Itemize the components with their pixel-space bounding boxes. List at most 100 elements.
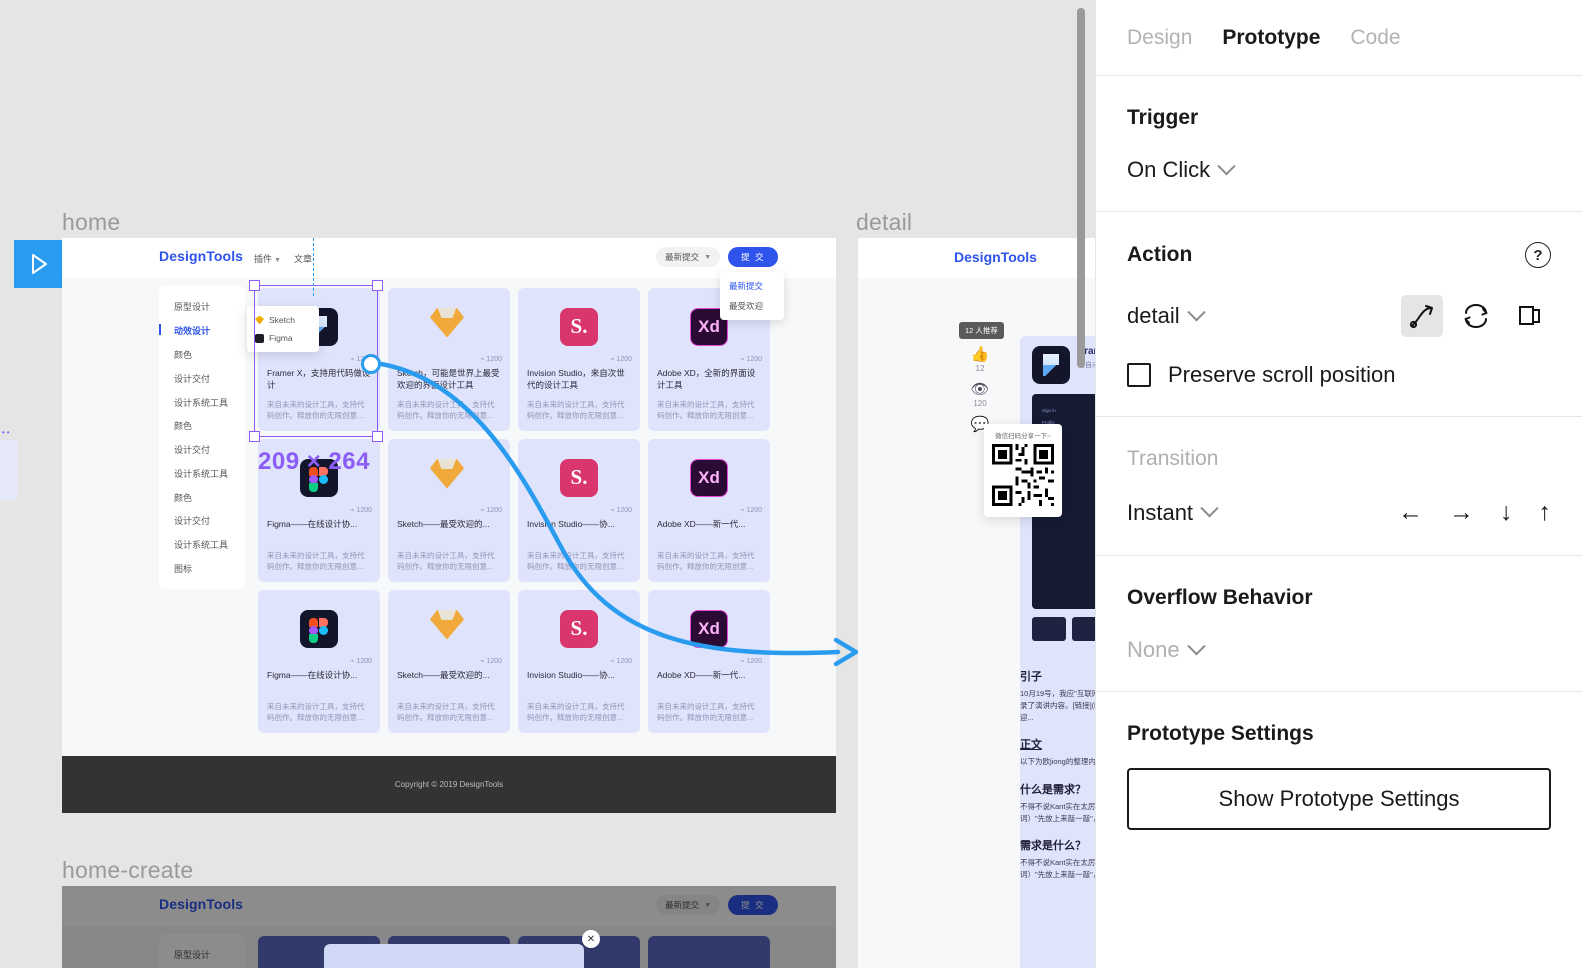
action-target-dropdown[interactable]: detail <box>1127 302 1206 329</box>
overflow-dropdown[interactable]: None <box>1127 636 1206 663</box>
show-prototype-settings-button[interactable]: Show Prototype Settings <box>1127 768 1551 830</box>
panel-tabs: Design Prototype Code <box>1096 0 1582 76</box>
selection-bounding-box[interactable] <box>249 280 383 442</box>
transition-dropdown[interactable]: Instant <box>1127 499 1219 526</box>
resize-handle-top-left[interactable] <box>249 280 260 291</box>
card-count: ⌁ 1200 <box>350 658 372 665</box>
action-mode-group <box>1401 295 1551 337</box>
home-submit-button[interactable]: 提 交 <box>728 247 778 267</box>
home-nav-plugin[interactable]: 插件 ▼ <box>254 252 281 265</box>
card-desc: 来自未来的设计工具，支持代码创作。释放你的无限创意... <box>267 551 365 572</box>
product-card[interactable]: ⌁ 1200 Sketch——最受欢迎的... 来自未来的设计工具，支持代码创作… <box>388 439 510 582</box>
home-sort-select[interactable]: 最新提交 ▼ <box>656 247 721 267</box>
framer-icon <box>1032 346 1070 384</box>
arrow-down-icon[interactable]: ↓ <box>1500 498 1513 527</box>
frame-home-create[interactable]: DesignTools 最新提交 ▼ 提 交 原型设计 <box>62 886 836 968</box>
present-play-button[interactable] <box>14 240 62 288</box>
article-body-2: 不得不说Kant实在太厉害了，整理出6张word文档（这是他的词）"先放上来敲一… <box>1020 801 1095 823</box>
figma-prototype-window: •• home detail home-create DesignTools 插… <box>0 0 1582 968</box>
sidebar-item-4[interactable]: 设计系统工具 <box>159 390 245 414</box>
preserve-scroll-checkbox[interactable] <box>1127 363 1151 387</box>
product-card[interactable]: ⌁ 1200 Figma——在线设计协... 来自未来的设计工具，支持代码创作。… <box>258 590 380 733</box>
product-card[interactable]: ⌁ 1200 Sketch，可能是世界上最受欢迎的界面设计工具 来自未来的设计工… <box>388 288 510 431</box>
card-count: ⌁ 1200 <box>740 356 762 363</box>
resize-handle-top-right[interactable] <box>372 280 383 291</box>
card-desc: 来自未来的设计工具，支持代码创作。释放你的无限创意... <box>267 702 365 723</box>
prototype-connection-start-node[interactable] <box>361 354 381 374</box>
modal-close-button[interactable]: ✕ <box>582 930 600 948</box>
arrow-up-icon[interactable]: ↑ <box>1539 498 1552 527</box>
thumbnail[interactable] <box>1032 617 1066 641</box>
tab-code[interactable]: Code <box>1350 26 1400 50</box>
product-card[interactable]: S. ⌁ 1200 Invision Studio——协... 来自未来的设计工… <box>518 439 640 582</box>
change-to-icon[interactable] <box>1455 295 1497 337</box>
like-count: 12 <box>975 364 985 373</box>
frame-label-home-create[interactable]: home-create <box>62 857 193 884</box>
sidebar-item-11[interactable]: 图标 <box>159 557 245 581</box>
frame-home[interactable]: DesignTools 插件▼ 文章 最新提交 ▼ 提 交 最新提交 最受欢迎 <box>62 238 836 813</box>
product-card[interactable]: S. ⌁ 1200 Invision Studio，来自次世代的设计工具 来自未… <box>518 288 640 431</box>
product-card[interactable]: ⌁ 1200 Sketch——最受欢迎的... 来自未来的设计工具，支持代码创作… <box>388 590 510 733</box>
home-nav-plugin-label: 插件 <box>254 254 273 264</box>
home-footer: Copyright © 2019 DesignTools <box>62 756 836 813</box>
article-body-3: 不得不说Kant实在太厉害了，整理出6张word文档（这是他的词）"先放上来敲一… <box>1020 857 1095 879</box>
product-card[interactable]: Xd ⌁ 1200 Adobe XD——新一代... 来自未来的设计工具，支持代… <box>648 590 770 733</box>
arrow-left-icon[interactable]: ← <box>1398 498 1423 527</box>
card-desc: 来自未来的设计工具，支持代码创作。释放你的无限创意... <box>397 400 495 421</box>
sidebar-item-5[interactable]: 颜色 <box>159 414 245 438</box>
card-art: ⌁ 1200 <box>388 590 510 667</box>
card-desc: 来自未来的设计工具，支持代码创作。释放你的无限创意... <box>657 551 755 572</box>
card-desc: 来自未来的设计工具，支持代码创作。释放你的无限创意... <box>527 400 625 421</box>
detail-social-rail: 12 人推荐 👍 12 👁 120 💬 <box>959 322 1004 432</box>
sort-option-popular[interactable]: 最受欢迎 <box>720 296 784 316</box>
sidebar-item-1[interactable]: 动效设计 <box>159 319 245 343</box>
tab-prototype[interactable]: Prototype <box>1222 26 1320 50</box>
open-overlay-icon[interactable] <box>1509 295 1551 337</box>
navigate-to-icon[interactable] <box>1401 295 1443 337</box>
card-art: ⌁ 1200 <box>388 439 510 516</box>
sidebar-item-3[interactable]: 设计交付 <box>159 366 245 390</box>
sidebar-item-7[interactable]: 设计系统工具 <box>159 461 245 485</box>
transition-section: Transition Instant ← → ↓ ↑ <box>1096 417 1582 556</box>
qr-caption: 微信扫码分享一下~ <box>995 433 1051 440</box>
sidebar-item-0[interactable]: 原型设计 <box>159 295 245 319</box>
product-card[interactable]: Xd ⌁ 1200 Adobe XD——新一代... 来自未来的设计工具，支持代… <box>648 439 770 582</box>
product-card[interactable]: S. ⌁ 1200 Invision Studio——协... 来自未来的设计工… <box>518 590 640 733</box>
frame-label-home[interactable]: home <box>62 209 120 236</box>
preserve-scroll-row[interactable]: Preserve scroll position <box>1127 362 1551 388</box>
home-sort-dropdown-menu[interactable]: 最新提交 最受欢迎 <box>720 272 784 320</box>
detail-article: 引子 10月19号，我应"互联网产品需求"的产品心得分享，录音并记录了演讲内容。… <box>1020 656 1095 881</box>
action-section: Action ? detail Preserve scroll position <box>1096 212 1582 417</box>
arrow-right-icon[interactable]: → <box>1449 498 1474 527</box>
alignment-guide <box>313 238 314 296</box>
thumbnail[interactable] <box>1072 617 1095 641</box>
chevron-down-icon <box>1186 302 1206 321</box>
sidebar-item-2[interactable]: 颜色 <box>159 343 245 367</box>
thumbs-up-icon[interactable]: 👍 <box>963 347 997 362</box>
card-art: S. ⌁ 1200 <box>518 439 640 516</box>
home-sidebar[interactable]: 原型设计 动效设计 颜色 设计交付 设计系统工具 颜色 设计交付 设计系统工具 … <box>159 286 245 590</box>
tab-design[interactable]: Design <box>1127 26 1192 50</box>
home-site-body: 原型设计 动效设计 颜色 设计交付 设计系统工具 颜色 设计交付 设计系统工具 … <box>62 278 836 756</box>
sidebar-item-9[interactable]: 设计交付 <box>159 509 245 533</box>
frame-detail[interactable]: DesignTools 12 人推荐 👍 12 👁 120 💬 微信扫码分享一下… <box>858 238 1095 968</box>
help-icon[interactable]: ? <box>1525 242 1551 268</box>
sort-option-latest[interactable]: 最新提交 <box>720 276 784 296</box>
resize-handle-bottom-right[interactable] <box>372 431 383 442</box>
card-art: S. ⌁ 1200 <box>518 288 640 365</box>
sidebar-item-10[interactable]: 设计系统工具 <box>159 533 245 557</box>
card-count: ⌁ 1200 <box>480 658 502 665</box>
home-nav-article[interactable]: 文章 <box>294 252 312 265</box>
overflow-title: Overflow Behavior <box>1127 586 1313 609</box>
trigger-dropdown[interactable]: On Click <box>1127 156 1236 183</box>
card-title: Figma——在线设计协... <box>267 670 358 680</box>
detail-thumbnail-strip[interactable] <box>1020 609 1095 649</box>
sidebar-item-8[interactable]: 颜色 <box>159 485 245 509</box>
resize-handle-bottom-left[interactable] <box>249 431 260 442</box>
prototype-settings-title: Prototype Settings <box>1127 722 1314 745</box>
design-canvas[interactable]: •• home detail home-create DesignTools 插… <box>0 0 1095 968</box>
canvas-vertical-scrollbar[interactable] <box>1077 8 1085 368</box>
frame-label-detail[interactable]: detail <box>856 209 912 236</box>
card-title: Adobe XD，全新的界面设计工具 <box>657 368 756 391</box>
sidebar-item-6[interactable]: 设计交付 <box>159 438 245 462</box>
